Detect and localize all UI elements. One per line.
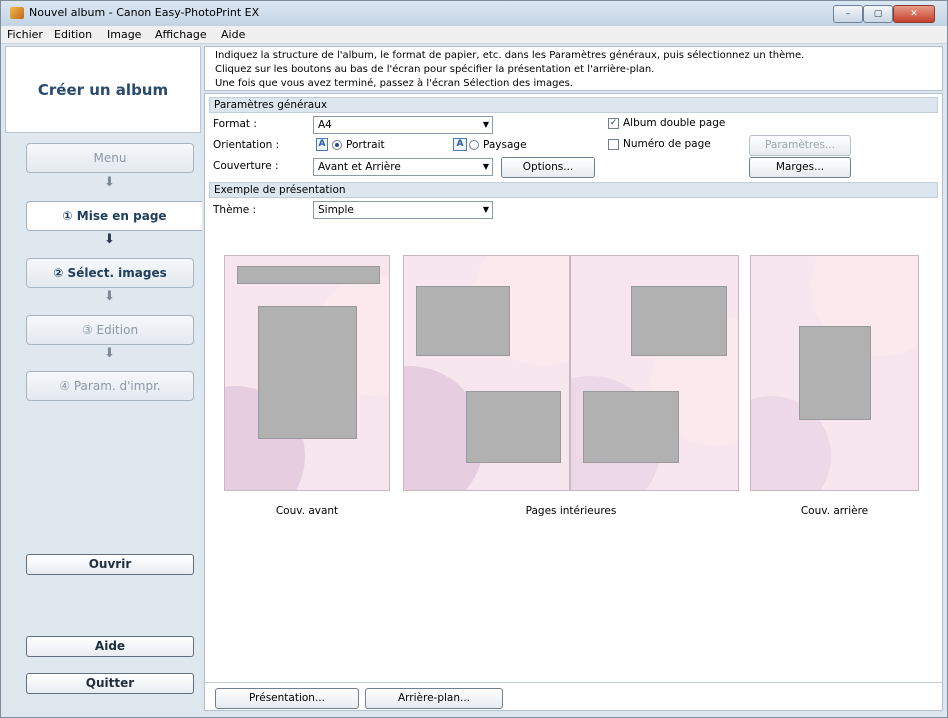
theme-select[interactable]: Simple ▼ bbox=[313, 201, 493, 219]
menu-aide[interactable]: Aide bbox=[221, 28, 245, 41]
app-icon bbox=[10, 7, 24, 19]
instruction-line: Indiquez la structure de l'album, le for… bbox=[215, 50, 805, 61]
arrow-down-icon: ⬇ bbox=[104, 346, 115, 361]
image-placeholder bbox=[631, 286, 727, 356]
menu-bar: Fichier Edition Image Affichage Aide bbox=[1, 26, 947, 44]
quit-button[interactable]: Quitter bbox=[26, 673, 194, 694]
landscape-icon: A bbox=[453, 138, 467, 151]
menu-edition[interactable]: Edition bbox=[54, 28, 92, 41]
arrow-down-icon: ⬇ bbox=[104, 232, 115, 247]
step-layout[interactable]: ① Mise en page bbox=[26, 201, 202, 231]
inner-pages-caption: Pages intérieures bbox=[525, 505, 617, 517]
maximize-button[interactable]: ▢ bbox=[863, 5, 893, 23]
page-number-checkbox[interactable] bbox=[608, 139, 619, 150]
image-placeholder bbox=[258, 306, 357, 439]
double-page-label: Album double page bbox=[623, 117, 726, 129]
chevron-down-icon: ▼ bbox=[482, 162, 489, 171]
instruction-line: Une fois que vous avez terminé, passez à… bbox=[215, 78, 573, 89]
left-pane: Créer un album Menu ⬇ ① Mise en page ⬇ ②… bbox=[5, 46, 202, 711]
menu-image[interactable]: Image bbox=[107, 28, 141, 41]
general-settings-header: Paramètres généraux bbox=[209, 97, 938, 113]
arrow-down-icon: ⬇ bbox=[104, 175, 115, 190]
close-button[interactable]: ✕ bbox=[893, 5, 935, 23]
layout-button[interactable]: Présentation... bbox=[215, 688, 359, 709]
format-select[interactable]: A4 ▼ bbox=[313, 116, 493, 134]
chevron-down-icon: ▼ bbox=[482, 205, 489, 214]
margins-button[interactable]: Marges... bbox=[749, 157, 851, 178]
theme-label: Thème : bbox=[213, 204, 257, 216]
layout-example-header: Exemple de présentation bbox=[209, 182, 938, 198]
orientation-label: Orientation : bbox=[213, 139, 280, 151]
window-title: Nouvel album - Canon Easy-PhotoPrint EX bbox=[29, 6, 260, 19]
help-button[interactable]: Aide bbox=[26, 636, 194, 657]
back-cover-preview bbox=[750, 255, 919, 491]
settings-button[interactable]: Paramètres... bbox=[749, 135, 851, 156]
menu-button[interactable]: Menu bbox=[26, 143, 194, 173]
title-bar: Nouvel album - Canon Easy-PhotoPrint EX … bbox=[1, 1, 947, 26]
step-select-images[interactable]: ② Sélect. images bbox=[26, 258, 194, 288]
portrait-label: Portrait bbox=[346, 139, 385, 151]
image-placeholder bbox=[799, 326, 871, 420]
chevron-down-icon: ▼ bbox=[482, 120, 489, 129]
options-button[interactable]: Options... bbox=[501, 157, 595, 178]
front-cover-caption: Couv. avant bbox=[275, 505, 339, 517]
portrait-radio[interactable] bbox=[332, 140, 342, 150]
main-pane: Paramètres généraux Format : A4 ▼ Orienta… bbox=[204, 93, 943, 711]
instructions-panel: Indiquez la structure de l'album, le for… bbox=[204, 46, 943, 91]
title-placeholder bbox=[237, 266, 380, 284]
page-number-label: Numéro de page bbox=[623, 138, 711, 150]
cover-label: Couverture : bbox=[213, 160, 279, 172]
step-edition[interactable]: ③ Edition bbox=[26, 315, 194, 345]
open-button[interactable]: Ouvrir bbox=[26, 554, 194, 575]
instruction-line: Cliquez sur les boutons au bas de l'écra… bbox=[215, 64, 655, 75]
background-button[interactable]: Arrière-plan... bbox=[365, 688, 503, 709]
front-cover-preview bbox=[224, 255, 390, 491]
image-placeholder bbox=[466, 391, 561, 463]
divider bbox=[205, 682, 942, 683]
image-placeholder bbox=[416, 286, 510, 356]
image-placeholder bbox=[583, 391, 679, 463]
back-cover-caption: Couv. arrière bbox=[800, 505, 869, 517]
inner-page-right-preview bbox=[570, 255, 739, 491]
app-window: Nouvel album - Canon Easy-PhotoPrint EX … bbox=[0, 0, 948, 718]
landscape-label: Paysage bbox=[483, 139, 527, 151]
minimize-button[interactable]: – bbox=[833, 5, 863, 23]
arrow-down-icon: ⬇ bbox=[104, 289, 115, 304]
menu-fichier[interactable]: Fichier bbox=[7, 28, 43, 41]
inner-page-left-preview bbox=[403, 255, 570, 491]
format-label: Format : bbox=[213, 118, 257, 130]
cover-select[interactable]: Avant et Arrière ▼ bbox=[313, 158, 493, 176]
portrait-icon: A bbox=[316, 138, 328, 151]
double-page-checkbox[interactable]: ✓ bbox=[608, 118, 619, 129]
menu-affichage[interactable]: Affichage bbox=[155, 28, 207, 41]
sidebar-heading: Créer un album bbox=[5, 46, 201, 133]
step-print-settings[interactable]: ④ Param. d'impr. bbox=[26, 371, 194, 401]
landscape-radio[interactable] bbox=[469, 140, 479, 150]
